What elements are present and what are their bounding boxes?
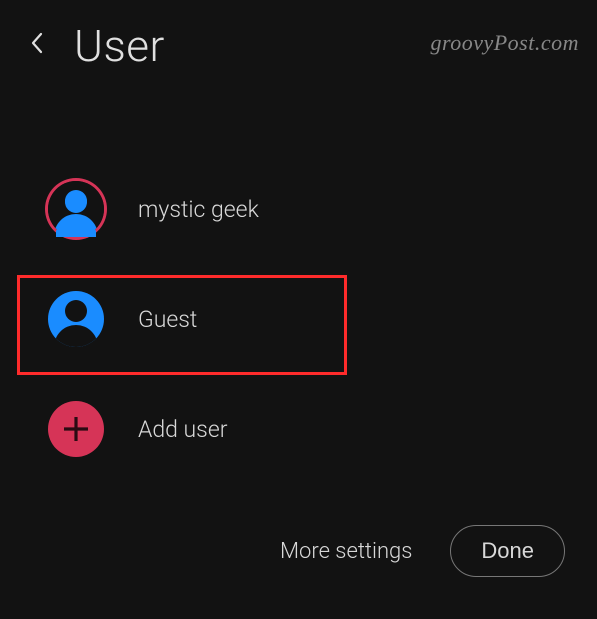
user-list: mystic geek Guest Add user xyxy=(0,167,597,471)
page-title: User xyxy=(74,20,165,72)
person-icon xyxy=(48,181,104,237)
more-settings-link[interactable]: More settings xyxy=(280,539,412,564)
add-user-label: Add user xyxy=(138,416,227,443)
avatar-selected xyxy=(48,181,104,237)
user-label: Guest xyxy=(138,306,197,333)
person-icon xyxy=(48,291,104,347)
footer: More settings Done xyxy=(280,525,565,577)
plus-icon xyxy=(61,414,91,444)
user-item-mystic-geek[interactable]: mystic geek xyxy=(48,167,597,251)
avatar xyxy=(48,291,104,347)
user-item-guest[interactable]: Guest xyxy=(48,277,597,361)
back-icon[interactable] xyxy=(30,32,44,60)
done-button[interactable]: Done xyxy=(450,525,565,577)
user-label: mystic geek xyxy=(138,196,259,223)
watermark: groovyPost.com xyxy=(430,30,579,56)
add-icon xyxy=(48,401,104,457)
add-user-item[interactable]: Add user xyxy=(48,387,597,471)
